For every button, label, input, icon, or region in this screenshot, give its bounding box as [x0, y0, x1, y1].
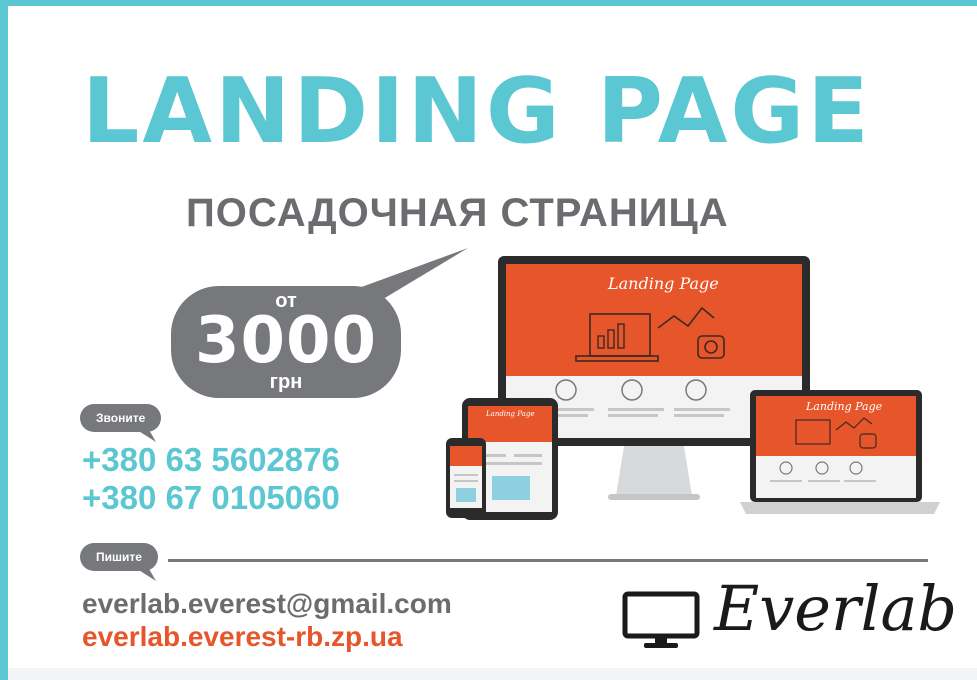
- website-link[interactable]: everlab.everest-rb.zp.ua: [82, 621, 403, 653]
- price-currency: грн: [269, 371, 303, 393]
- phone-illustration: [446, 438, 486, 518]
- bottom-band: [8, 668, 977, 680]
- screen-title: Landing Page: [608, 274, 719, 293]
- subheadline: ПОСАДОЧНАЯ СТРАНИЦА: [186, 191, 729, 235]
- phone-graphic: [446, 438, 486, 518]
- write-label-tail: [134, 567, 156, 581]
- price-amount: 3000: [194, 304, 378, 378]
- brand-logo-text: Everlab: [714, 572, 958, 645]
- price-bubble: от 3000 грн: [171, 286, 401, 398]
- monitor-icon: [622, 591, 700, 648]
- laptop-illustration: Landing Page: [740, 390, 940, 518]
- screen-title: Landing Page: [486, 410, 535, 418]
- screen-title: Landing Page: [806, 400, 883, 413]
- flyer: LANDING PAGE ПОСАДОЧНАЯ СТРАНИЦА от 3000…: [0, 0, 977, 680]
- email-link[interactable]: everlab.everest@gmail.com: [82, 588, 452, 620]
- phone-number[interactable]: +380 67 0105060: [82, 478, 340, 518]
- divider-line: [168, 559, 928, 562]
- headline: LANDING PAGE: [82, 59, 872, 164]
- phone-number[interactable]: +380 63 5602876: [82, 440, 340, 480]
